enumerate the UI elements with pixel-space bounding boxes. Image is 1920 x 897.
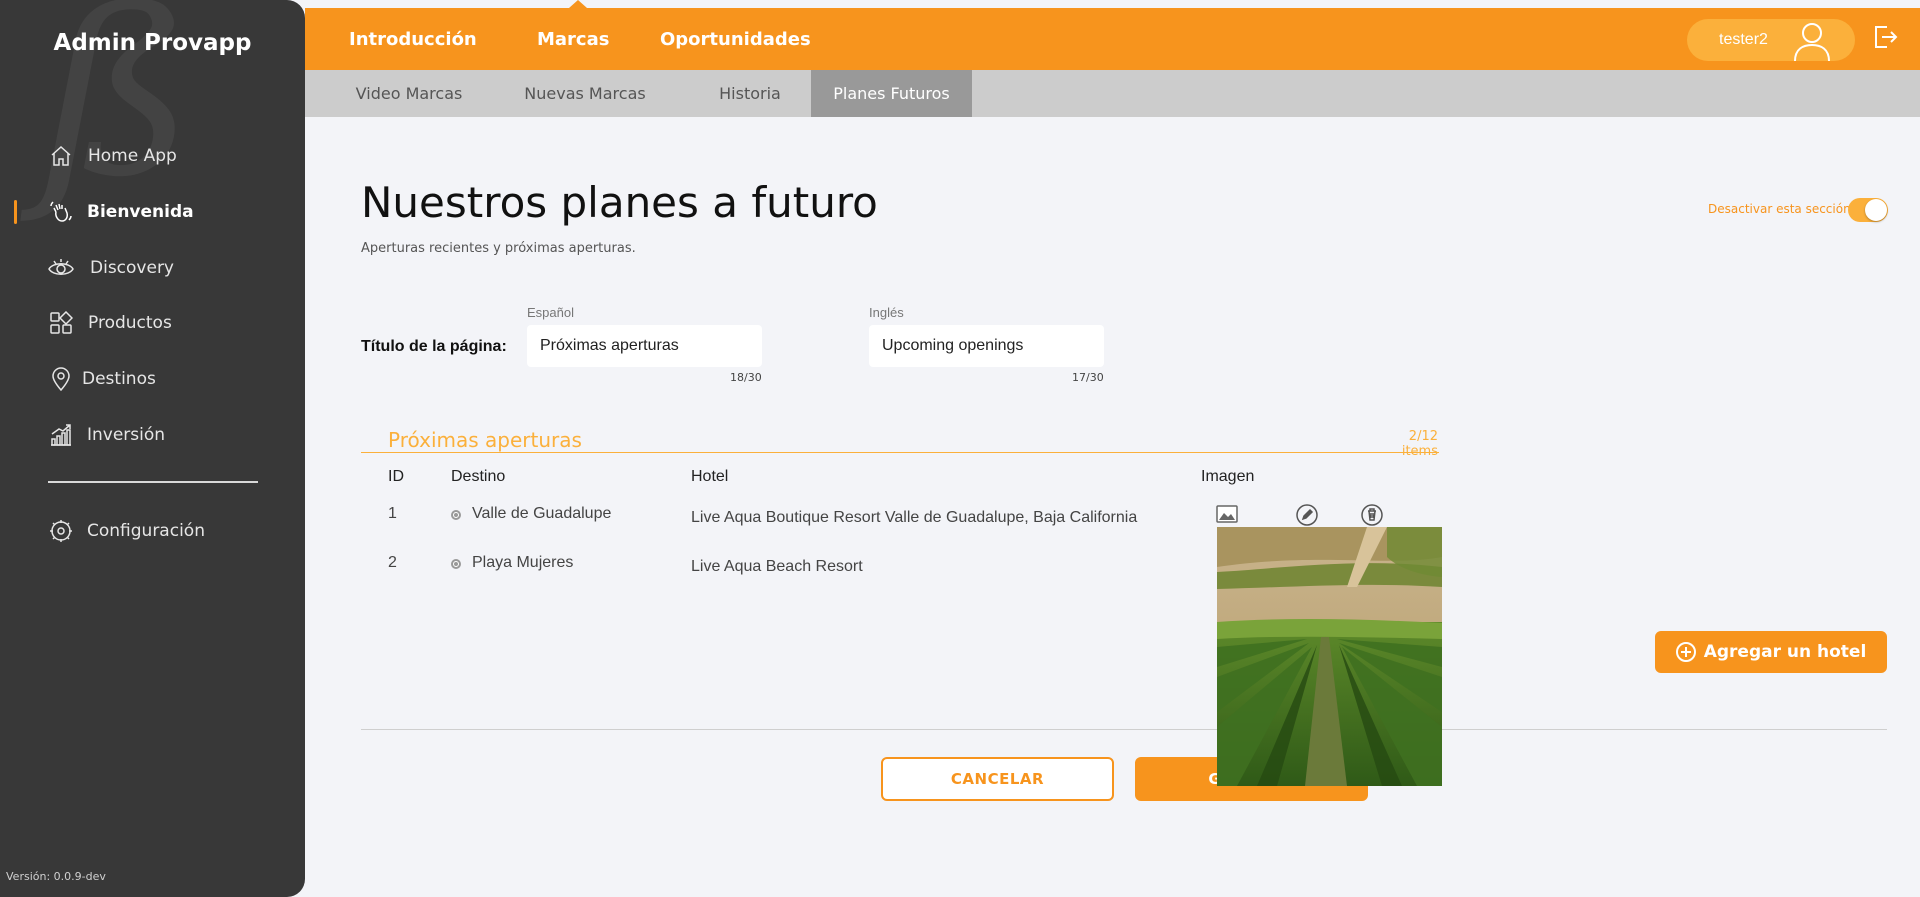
subtab-planes-futuros[interactable]: Planes Futuros <box>811 70 972 117</box>
tab-oportunidades[interactable]: Oportunidades <box>660 8 811 70</box>
toggle-label: Desactivar esta sección <box>1708 202 1851 216</box>
page-subtitle: Aperturas recientes y próximas aperturas… <box>361 241 636 256</box>
items-count: 2/12 items <box>1401 429 1438 459</box>
english-label: Inglés <box>869 305 904 320</box>
version-label: Versión: 0.0.9-dev <box>6 870 106 883</box>
sub-nav: Video Marcas Nuevas Marcas Historia Plan… <box>305 70 1920 117</box>
sidebar: ß Admin Provapp Home App Bienvenida Disc… <box>0 0 305 897</box>
sidebar-item-label: Destinos <box>82 369 156 389</box>
footer-divider <box>361 729 1887 730</box>
cancel-button[interactable]: CANCELAR <box>881 757 1114 801</box>
sidebar-item-discovery[interactable]: Discovery <box>0 248 305 288</box>
plus-circle-icon <box>1675 642 1696 662</box>
logout-icon[interactable] <box>1872 24 1898 55</box>
gear-icon <box>48 518 74 544</box>
subtab-historia[interactable]: Historia <box>690 70 810 117</box>
section-divider <box>361 452 1439 453</box>
grid-shapes-icon <box>48 310 74 336</box>
page-title: Nuestros planes a futuro <box>361 178 878 227</box>
add-hotel-button[interactable]: Agregar un hotel <box>1655 631 1887 673</box>
sidebar-item-productos[interactable]: Productos <box>0 303 305 343</box>
subtab-video-marcas[interactable]: Video Marcas <box>349 70 469 117</box>
hotel-image-preview <box>1217 527 1442 786</box>
sidebar-divider <box>48 481 258 483</box>
sidebar-item-label: Configuración <box>87 521 205 541</box>
row-destino: Playa Mujeres <box>472 554 574 571</box>
spanish-label: Español <box>527 305 574 320</box>
column-header-hotel: Hotel <box>691 468 729 485</box>
title-english-input[interactable] <box>869 325 1104 367</box>
sidebar-item-label: Inversión <box>87 425 166 445</box>
map-pin-icon <box>48 366 74 392</box>
waving-hand-icon <box>48 199 74 225</box>
top-nav: Introducción Marcas Oportunidades tester… <box>305 0 1920 70</box>
row-destino: Valle de Guadalupe <box>472 505 612 522</box>
column-header-destino: Destino <box>451 468 506 485</box>
eye-icon <box>48 255 74 281</box>
growth-chart-icon <box>48 422 74 448</box>
sidebar-item-bienvenida[interactable]: Bienvenida <box>0 192 305 232</box>
subtab-nuevas-marcas[interactable]: Nuevas Marcas <box>505 70 665 117</box>
column-header-id: ID <box>388 468 404 485</box>
tab-marcas[interactable]: Marcas <box>537 8 609 70</box>
username: tester2 <box>1719 31 1768 48</box>
page-title-field-label: Título de la página: <box>361 338 507 355</box>
toggle-knob <box>1865 199 1887 221</box>
sidebar-item-label: Discovery <box>90 258 174 278</box>
radio-dot-icon[interactable] <box>451 559 461 569</box>
home-icon <box>48 143 74 169</box>
section-title: Próximas aperturas <box>388 428 582 452</box>
column-header-imagen: Imagen <box>1201 468 1255 485</box>
row-hotel: Live Aqua Boutique Resort Valle de Guada… <box>691 509 1138 526</box>
sidebar-item-inversion[interactable]: Inversión <box>0 415 305 455</box>
tab-introduccion[interactable]: Introducción <box>349 8 477 70</box>
spanish-counter: 18/30 <box>730 371 762 384</box>
section-toggle[interactable] <box>1848 198 1888 222</box>
user-menu[interactable]: tester2 <box>1687 19 1855 62</box>
sidebar-item-label: Bienvenida <box>87 202 194 222</box>
english-counter: 17/30 <box>1072 371 1104 384</box>
radio-dot-icon[interactable] <box>451 510 461 520</box>
user-avatar-icon <box>1791 20 1833 67</box>
sidebar-item-destinos[interactable]: Destinos <box>0 359 305 399</box>
sidebar-item-configuracion[interactable]: Configuración <box>0 511 305 551</box>
row-id: 2 <box>388 554 397 571</box>
image-icon[interactable] <box>1216 505 1238 528</box>
title-spanish-input[interactable] <box>527 325 762 367</box>
add-hotel-label: Agregar un hotel <box>1703 642 1867 662</box>
brand-title: Admin Provapp <box>53 30 252 56</box>
sidebar-item-label: Home App <box>88 146 177 166</box>
row-id: 1 <box>388 505 397 522</box>
sidebar-item-label: Productos <box>88 313 172 333</box>
sidebar-item-home-app[interactable]: Home App <box>0 136 305 176</box>
row-hotel: Live Aqua Beach Resort <box>691 558 863 575</box>
